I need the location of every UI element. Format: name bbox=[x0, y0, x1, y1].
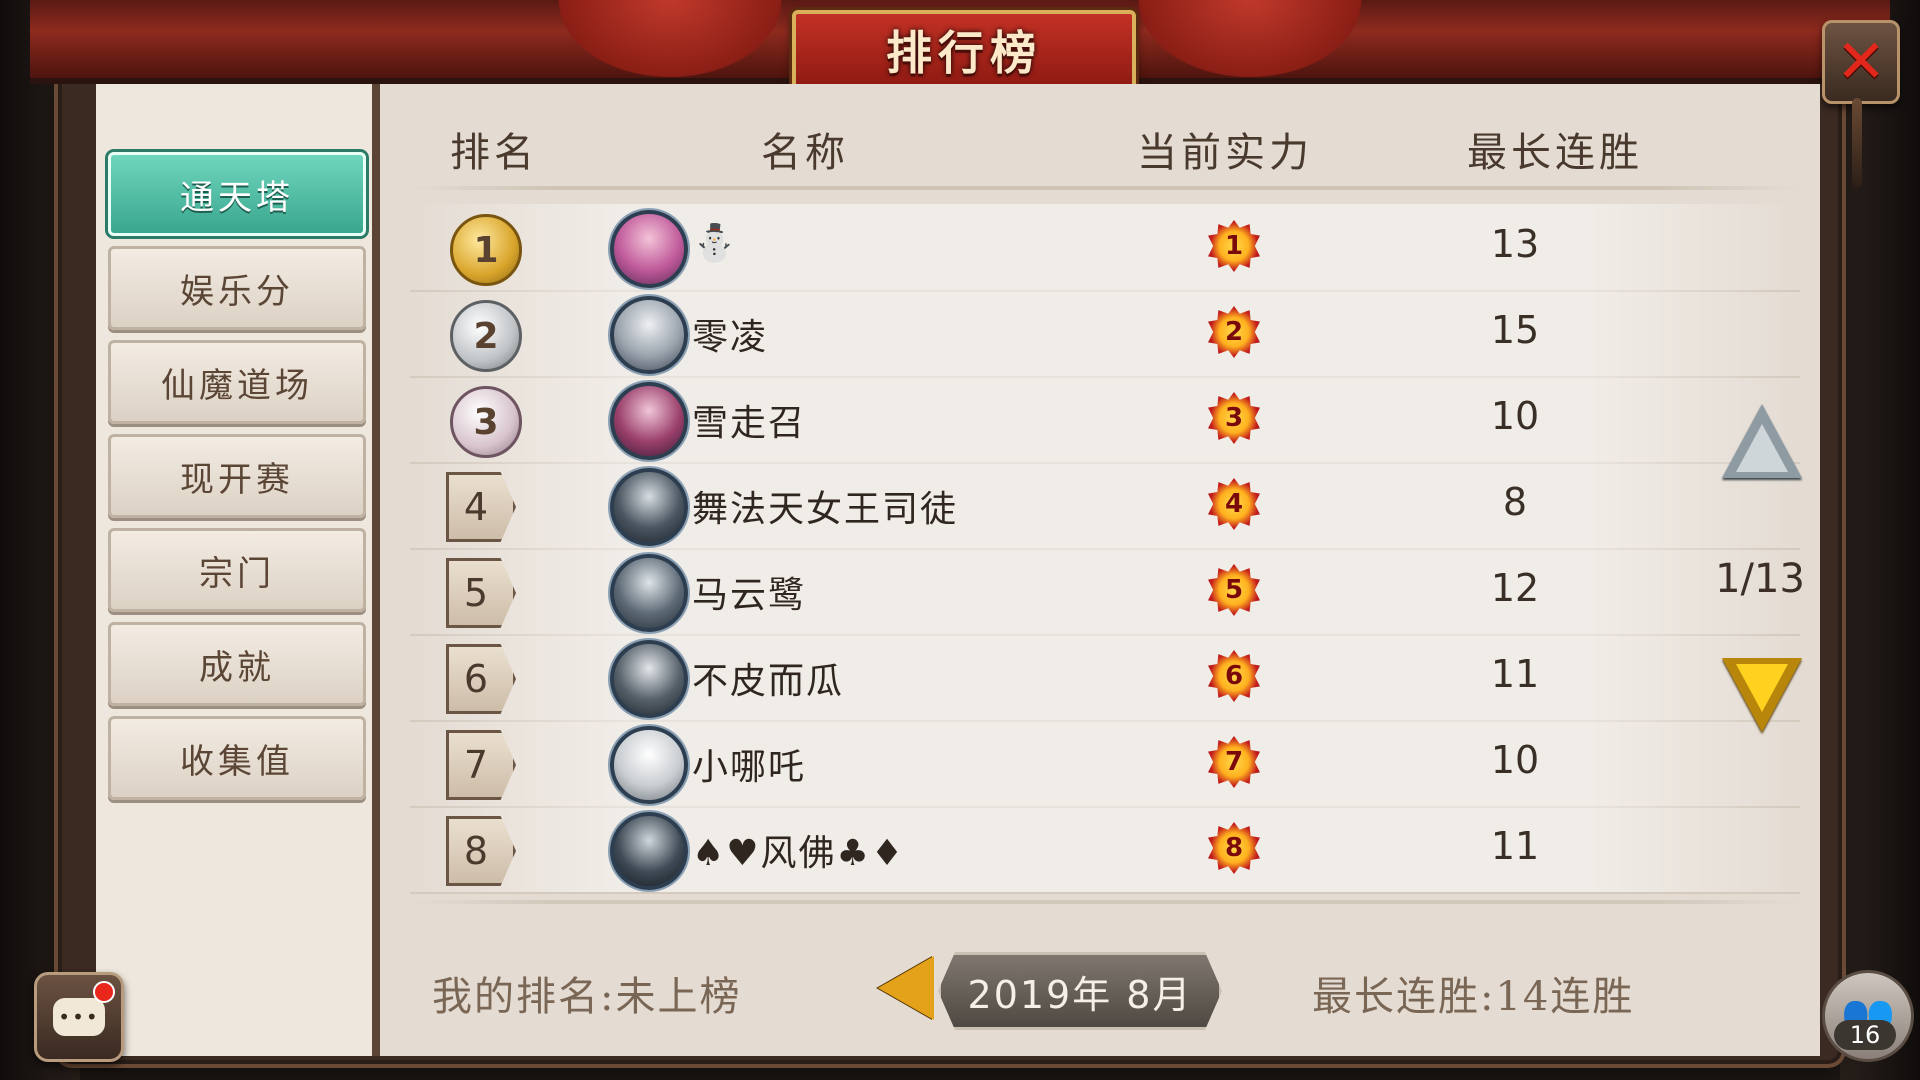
curtain-left bbox=[540, 0, 800, 90]
streak-value: 15 bbox=[1490, 308, 1540, 352]
page-title: 排行榜 bbox=[886, 26, 1042, 80]
streak-value: 11 bbox=[1490, 824, 1540, 868]
page-indicator: 1/13 bbox=[1715, 556, 1805, 602]
avatar bbox=[610, 726, 688, 804]
table-row[interactable]: 4 舞法天女王司徒 4 8 bbox=[410, 462, 1800, 550]
power-badge: 8 bbox=[1208, 822, 1260, 874]
tab-xiankaisai[interactable]: 现开赛 bbox=[108, 434, 366, 518]
power-badge: 5 bbox=[1208, 564, 1260, 616]
power-badge: 6 bbox=[1208, 650, 1260, 702]
table-row[interactable]: 2 零凌 2 15 bbox=[410, 290, 1800, 378]
power-badge: 2 bbox=[1208, 306, 1260, 358]
avatar bbox=[610, 296, 688, 374]
header-streak: 最长连胜 bbox=[1467, 130, 1643, 176]
power-badge: 4 bbox=[1208, 478, 1260, 530]
rank-tag: 8 bbox=[446, 816, 516, 886]
player-name: 小哪吒 bbox=[692, 747, 807, 788]
table-row[interactable]: 3 雪走召 3 10 bbox=[410, 376, 1800, 464]
header-rank: 排名 bbox=[450, 130, 538, 176]
table-row[interactable]: 8 ♠♥风佛♣♦ 8 11 bbox=[410, 806, 1800, 894]
power-badge: 1 bbox=[1208, 220, 1260, 272]
notification-dot bbox=[93, 981, 115, 1003]
table-row[interactable]: 6 不皮而瓜 6 11 bbox=[410, 634, 1800, 722]
friends-count-badge: 16 bbox=[1834, 1020, 1896, 1050]
rank-bronze-medal: 3 bbox=[450, 386, 522, 458]
chat-button[interactable]: ••• bbox=[34, 972, 124, 1062]
tab-zongmen[interactable]: 宗门 bbox=[108, 528, 366, 612]
table-row[interactable]: 5 马云鹭 5 12 bbox=[410, 548, 1800, 636]
rank-tag: 5 bbox=[446, 558, 516, 628]
table-row[interactable]: 7 小哪吒 7 10 bbox=[410, 720, 1800, 808]
tab-yulefen[interactable]: 娱乐分 bbox=[108, 246, 366, 330]
list-divider bbox=[410, 900, 1800, 904]
tab-chengjiu[interactable]: 成就 bbox=[108, 622, 366, 706]
player-name: 零凌 bbox=[692, 317, 769, 358]
power-badge: 7 bbox=[1208, 736, 1260, 788]
title-plaque: 排行榜 bbox=[792, 10, 1136, 90]
streak-value: 10 bbox=[1490, 394, 1540, 438]
close-tassel bbox=[1852, 98, 1862, 188]
player-name: 雪走召 bbox=[692, 403, 807, 444]
avatar bbox=[610, 812, 688, 890]
arrow-down-highlight bbox=[1736, 664, 1788, 712]
close-button[interactable]: ✕ bbox=[1822, 20, 1900, 104]
snowman-icon: ⛄ bbox=[692, 223, 739, 264]
player-name: ⛄ bbox=[692, 222, 739, 264]
table-row[interactable]: 1 ⛄ 1 13 bbox=[410, 204, 1800, 292]
streak-value: 12 bbox=[1490, 566, 1540, 610]
close-icon: ✕ bbox=[1835, 27, 1887, 97]
rank-gold-medal: 1 bbox=[450, 214, 522, 286]
streak-value: 8 bbox=[1502, 480, 1528, 524]
avatar bbox=[610, 382, 688, 460]
player-name: 马云鹭 bbox=[692, 575, 807, 616]
tab-tongtianta[interactable]: 通天塔 bbox=[108, 152, 366, 236]
tab-shoujizhi[interactable]: 收集值 bbox=[108, 716, 366, 800]
rank-tag: 4 bbox=[446, 472, 516, 542]
player-name: 舞法天女王司徒 bbox=[692, 489, 959, 530]
rank-tag: 7 bbox=[446, 730, 516, 800]
best-streak-text: 最长连胜:14连胜 bbox=[1312, 974, 1635, 1020]
my-rank-text: 我的排名:未上榜 bbox=[432, 974, 742, 1020]
avatar bbox=[610, 554, 688, 632]
player-name: ♠♥风佛♣♦ bbox=[692, 833, 906, 874]
month-prev-arrow-icon[interactable] bbox=[878, 956, 934, 1020]
arrow-up-highlight bbox=[1736, 424, 1788, 472]
rank-silver-medal: 2 bbox=[450, 300, 522, 372]
power-badge: 3 bbox=[1208, 392, 1260, 444]
header-power: 当前实力 bbox=[1137, 130, 1313, 176]
rank-tag: 6 bbox=[446, 644, 516, 714]
category-sidebar: 通天塔 娱乐分 仙魔道场 现开赛 宗门 成就 收集值 bbox=[96, 84, 380, 1056]
streak-value: 10 bbox=[1490, 738, 1540, 782]
month-selector[interactable]: 2019年 8月 bbox=[938, 952, 1222, 1030]
header-name: 名称 bbox=[761, 130, 849, 176]
player-name: 不皮而瓜 bbox=[692, 661, 845, 702]
avatar bbox=[610, 468, 688, 546]
streak-value: 11 bbox=[1490, 652, 1540, 696]
chat-icon: ••• bbox=[53, 998, 105, 1036]
avatar bbox=[610, 210, 688, 288]
streak-value: 13 bbox=[1490, 222, 1540, 266]
curtain-right bbox=[1120, 0, 1380, 90]
tab-xianmodaochang[interactable]: 仙魔道场 bbox=[108, 340, 366, 424]
header-divider bbox=[410, 186, 1800, 190]
avatar bbox=[610, 640, 688, 718]
